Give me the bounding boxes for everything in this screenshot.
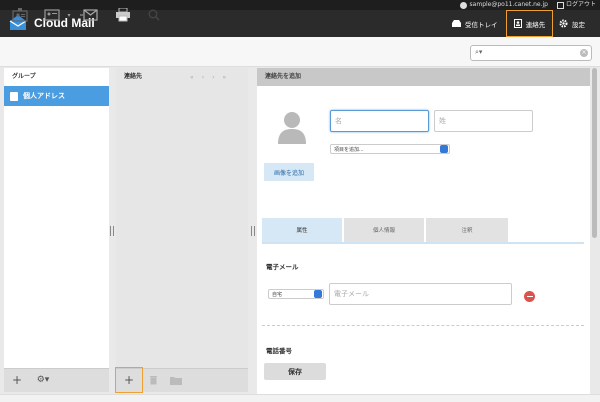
printer-icon <box>116 8 130 22</box>
add-group-button[interactable]: + <box>6 368 28 392</box>
first-page-button[interactable]: « <box>190 74 194 81</box>
first-name-field[interactable]: 名 <box>330 110 429 132</box>
contact-list-title: 連絡先 <box>124 73 143 80</box>
search-options-icon[interactable]: ⌕▾ <box>475 48 482 57</box>
inbox-label: 受信トレイ <box>465 20 498 29</box>
save-button[interactable]: 保存 <box>264 363 326 380</box>
user-account: sample@po11.canet.ne.jp <box>459 0 548 10</box>
trash-icon <box>149 375 157 384</box>
tab-properties[interactable]: 属性 <box>262 218 342 242</box>
move-contact-button[interactable] <box>166 368 186 392</box>
settings-button[interactable]: 設定 <box>559 10 597 37</box>
avatar-placeholder-icon <box>278 112 306 144</box>
logout-icon <box>556 1 564 9</box>
mail-icon <box>80 9 98 21</box>
add-field-option: 項目を追加... <box>334 146 364 153</box>
search-icon <box>148 9 160 21</box>
user-icon <box>459 1 467 9</box>
form-scrollbar[interactable] <box>592 68 597 238</box>
settings-label: 設定 <box>572 20 585 29</box>
clear-search-icon[interactable]: × <box>580 49 588 57</box>
quick-search-input[interactable]: ⌕▾ × <box>470 45 592 61</box>
group-item-label: 個人アドレス <box>23 92 65 100</box>
email-input[interactable]: 電子メール <box>329 283 512 305</box>
tab-notes[interactable]: 注釈 <box>426 218 508 242</box>
print-button[interactable] <box>112 6 134 24</box>
email-section-title: 電子メール <box>266 263 299 271</box>
contact-card-icon <box>12 8 28 22</box>
gear-icon <box>559 19 568 28</box>
contacts-label: 連絡先 <box>525 20 546 29</box>
email-placeholder: 電子メール <box>334 290 369 298</box>
remove-email-button[interactable] <box>524 291 535 302</box>
left-splitter-handle[interactable] <box>110 226 114 236</box>
compose-mail-button[interactable] <box>78 6 100 24</box>
search-button[interactable] <box>144 6 164 24</box>
inbox-icon <box>452 20 461 27</box>
add-photo-button[interactable]: 画像を追加 <box>264 163 314 181</box>
group-settings-gear-icon[interactable]: ⚙▾ <box>30 368 56 392</box>
group-item-personal-addresses[interactable]: 個人アドレス <box>4 86 109 106</box>
vcard-menu-chevron-down-icon[interactable]: ▾ <box>64 6 74 24</box>
vcard-button[interactable] <box>42 6 62 24</box>
previous-page-button[interactable]: ‹ <box>202 74 204 81</box>
tab-underline <box>262 242 584 244</box>
logout-link[interactable]: ログアウト <box>556 0 596 10</box>
contact-form-title: 連絡先を追加 <box>257 68 590 86</box>
window-bottom-strip <box>0 394 600 402</box>
group-panel: グループ <box>4 68 109 368</box>
vcard-icon <box>44 9 60 21</box>
email-type-select[interactable]: 自宅 <box>268 289 324 299</box>
add-contact-button[interactable]: + <box>115 367 143 393</box>
last-name-field[interactable]: 姓 <box>434 110 533 132</box>
first-name-placeholder: 名 <box>335 117 342 125</box>
add-field-select[interactable]: 項目を追加... <box>330 144 450 154</box>
user-email: sample@po11.canet.ne.jp <box>469 1 548 8</box>
delete-contact-button[interactable] <box>146 368 160 392</box>
contacts-icon <box>513 19 522 28</box>
select-arrow-icon <box>314 290 322 298</box>
phone-section-title: 電話番号 <box>266 347 292 355</box>
next-page-button[interactable]: › <box>212 74 214 81</box>
logout-label: ログアウト <box>565 1 596 8</box>
middle-splitter-handle[interactable] <box>251 226 255 236</box>
group-panel-title: グループ <box>12 73 36 80</box>
inbox-button[interactable]: 受信トレイ <box>452 10 500 37</box>
last-name-placeholder: 姓 <box>439 117 446 125</box>
email-type-value: 自宅 <box>272 291 283 298</box>
tab-personal-info[interactable]: 個人情報 <box>344 218 424 242</box>
section-divider <box>262 325 584 326</box>
new-contact-card-button[interactable] <box>10 6 30 24</box>
folder-icon <box>170 376 182 385</box>
last-page-button[interactable]: » <box>222 74 226 81</box>
contacts-button[interactable]: 連絡先 <box>506 10 553 37</box>
address-book-icon <box>10 91 18 101</box>
select-arrow-icon <box>440 145 448 153</box>
contact-list-panel: 連絡先 <box>116 68 248 368</box>
contact-pager: « ‹ › » <box>190 74 226 81</box>
